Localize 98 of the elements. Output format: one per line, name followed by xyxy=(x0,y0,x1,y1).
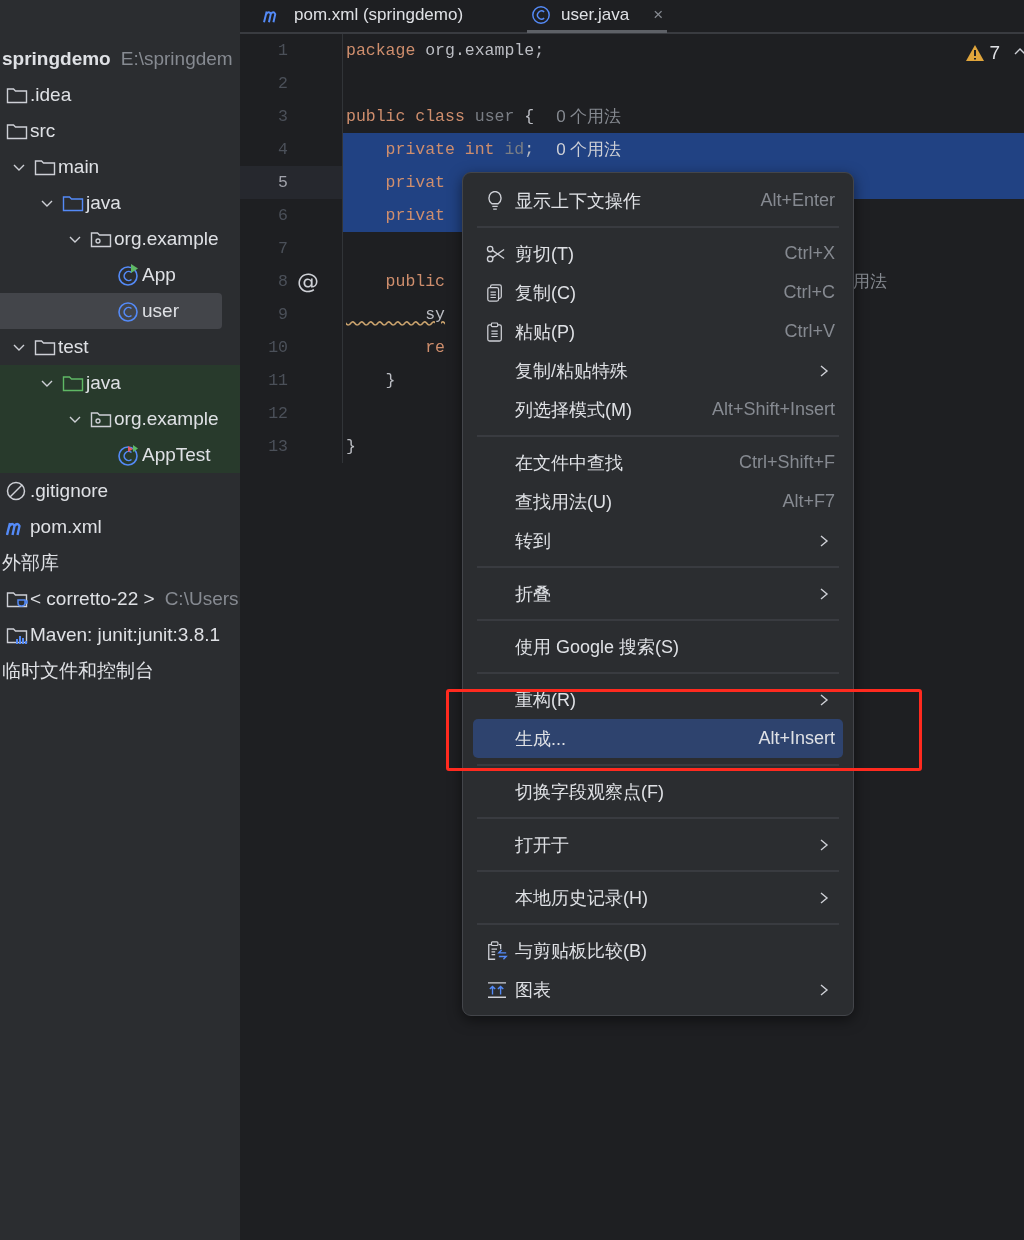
diagram-icon xyxy=(486,980,508,999)
tree-item[interactable]: user xyxy=(0,293,222,329)
menu-item[interactable]: 切换字段观察点(F) xyxy=(473,772,843,811)
folder-icon xyxy=(34,157,56,177)
tree-item[interactable]: 临时文件和控制台 xyxy=(0,653,240,689)
tree-label: .idea xyxy=(30,84,72,106)
usage-hint: 0 个用法 xyxy=(556,106,622,128)
tree-item[interactable]: .idea xyxy=(0,77,240,113)
tree-item[interactable]: org.example xyxy=(0,221,240,257)
tree-label: user xyxy=(142,300,179,322)
menu-item[interactable]: 列选择模式(M) Alt+Shift+Insert xyxy=(473,390,843,429)
tree-item[interactable]: springdemo E:\springdem xyxy=(0,41,240,77)
path-text: E:\springdem xyxy=(120,48,233,70)
folder-icon xyxy=(62,193,84,213)
lightbulb-icon xyxy=(486,190,504,211)
line-number: 5 xyxy=(277,173,288,192)
class-icon xyxy=(531,5,552,25)
close-button[interactable]: × xyxy=(653,5,664,25)
tree-item[interactable]: main xyxy=(0,149,240,185)
tree-label: springdemo xyxy=(2,48,111,70)
class-icon xyxy=(118,300,140,322)
tree-item[interactable]: App xyxy=(0,257,240,293)
menu-item[interactable]: 本地历史记录(H) xyxy=(473,878,843,917)
menu-item[interactable]: 粘贴(P) Ctrl+V xyxy=(473,312,843,351)
tree-label: Maven: junit:junit:3.8.1 xyxy=(30,624,221,646)
tree-item[interactable]: test xyxy=(0,329,240,365)
warning-icon xyxy=(965,44,986,62)
tree-label: App xyxy=(142,264,176,286)
code-line: privat xyxy=(384,206,446,225)
menu-item[interactable]: 折叠 xyxy=(473,574,843,613)
chevron-up-icon[interactable] xyxy=(1014,46,1024,56)
menu-item[interactable]: 查找用法(U) Alt+F7 xyxy=(473,482,843,521)
folder-cup-icon xyxy=(6,589,28,609)
tree-label: src xyxy=(30,120,56,142)
menu-item[interactable]: 在文件中查找 Ctrl+Shift+F xyxy=(473,443,843,482)
scissors-icon xyxy=(486,244,506,263)
menu-item[interactable]: 使用 Google 搜索(S) xyxy=(473,627,843,666)
tree-item[interactable]: java xyxy=(0,365,240,401)
code-line: public class user { xyxy=(346,107,535,126)
tree-item[interactable]: org.example xyxy=(0,401,240,437)
tree-item[interactable]: .gitignore xyxy=(0,473,240,509)
menu-item[interactable]: 生成... Alt+Insert xyxy=(473,719,843,758)
code-line: public xyxy=(384,272,446,291)
menu-item[interactable]: 重构(R) xyxy=(473,680,843,719)
tree-label: AppTest xyxy=(142,444,211,466)
code-line: privat xyxy=(384,173,446,192)
clipboard-compare-icon xyxy=(486,939,508,962)
package-icon xyxy=(90,229,112,249)
tree-item[interactable]: java xyxy=(0,185,240,221)
tree-label: java xyxy=(86,372,121,394)
class-icon xyxy=(118,444,140,466)
code-line: } xyxy=(384,371,396,390)
folder-chart-icon xyxy=(6,625,28,645)
tree-item[interactable]: pom.xml xyxy=(0,509,240,545)
usage-hint: 用法 xyxy=(853,271,887,293)
tree-label: 外部库 xyxy=(2,551,59,575)
menu-item[interactable]: 剪切(T) Ctrl+X xyxy=(473,234,843,273)
code-line: package org.example; xyxy=(346,41,545,60)
tree-label: java xyxy=(86,192,121,214)
tree-label: org.example xyxy=(114,228,219,250)
warning-count[interactable]: 7 xyxy=(965,42,1000,64)
tree-item[interactable]: 外部库 xyxy=(0,545,240,581)
menu-item[interactable]: 打开于 xyxy=(473,825,843,864)
tree-item[interactable]: AppTest xyxy=(0,437,240,473)
menu-item[interactable]: 转到 xyxy=(473,521,843,560)
tree-label: pom.xml xyxy=(30,516,102,538)
override-marker[interactable]: @ xyxy=(297,269,319,294)
class-icon xyxy=(118,264,140,286)
folder-icon xyxy=(6,121,28,141)
prohibited-icon xyxy=(6,480,28,502)
menu-item[interactable]: 图表 xyxy=(473,970,843,1009)
menu-item[interactable]: 复制(C) Ctrl+C xyxy=(473,273,843,312)
menu-item[interactable]: 显示上下文操作 Alt+Enter xyxy=(473,181,843,220)
package-icon xyxy=(90,409,112,429)
tree-label: < corretto-22 > xyxy=(30,588,155,610)
code-line: } xyxy=(346,437,356,456)
code-line: re xyxy=(424,338,446,357)
tree-label: test xyxy=(58,336,89,358)
editor-tab[interactable]: pom.xml (springdemo) xyxy=(258,0,468,33)
menu-item[interactable]: 复制/粘贴特殊 xyxy=(473,351,843,390)
menu-item[interactable]: 与剪贴板比较(B) xyxy=(473,931,843,970)
folder-icon xyxy=(6,85,28,105)
tree-item[interactable]: src xyxy=(0,113,240,149)
tree-label: org.example xyxy=(114,408,219,430)
usage-hint: 0 个用法 xyxy=(556,139,622,161)
tree-label: 临时文件和控制台 xyxy=(2,659,154,683)
folder-icon xyxy=(62,373,84,393)
copy-icon xyxy=(486,282,504,303)
tree-label: .gitignore xyxy=(30,480,109,502)
code-line: private int id; xyxy=(384,140,535,159)
tree-item[interactable]: Maven: junit:junit:3.8.1 xyxy=(0,617,240,653)
editor-tab[interactable]: user.java × xyxy=(527,0,668,33)
tree-item[interactable]: < corretto-22 > C:\Users xyxy=(0,581,240,617)
folder-icon xyxy=(34,337,56,357)
clipboard-icon xyxy=(486,321,504,342)
code-line: sy xyxy=(424,305,446,324)
path-text: C:\Users xyxy=(164,588,239,610)
tree-label: main xyxy=(58,156,100,178)
